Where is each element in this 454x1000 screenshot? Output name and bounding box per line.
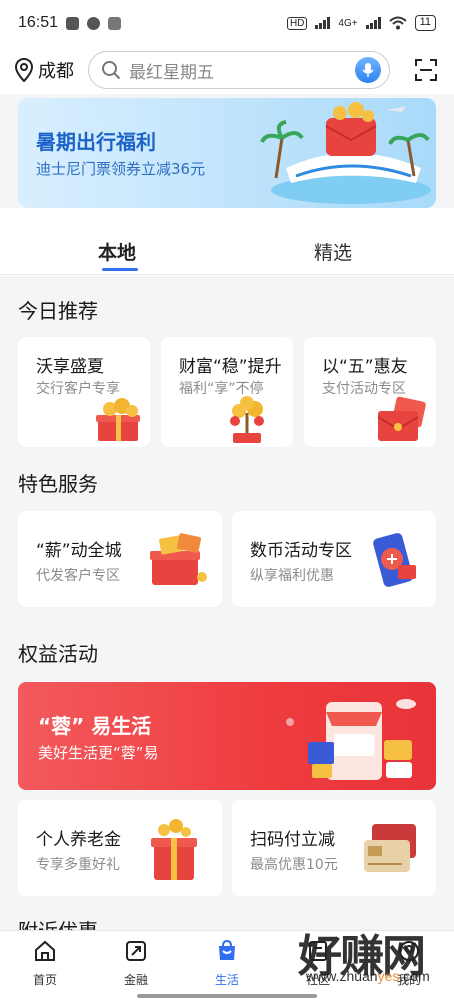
nav-label: 社区 (305, 973, 330, 987)
status-time: 16:51 (18, 14, 59, 31)
feature-card-payroll[interactable]: “薪”动全城 代发客户专区 (18, 511, 222, 607)
card-title: 财富“稳”提升 (179, 357, 282, 377)
card-title: 扫码付立减 (250, 830, 335, 850)
community-icon (309, 941, 327, 961)
finance-icon (126, 941, 146, 961)
rights-card-scan-pay[interactable]: 扫码付立减 最高优惠10元 (232, 800, 436, 896)
notification-icon (108, 16, 122, 30)
message-icon (87, 16, 101, 30)
promo-subtitle: 美好生活更“蓉”易 (38, 744, 159, 762)
card-title: 沃享盛夏 (36, 357, 104, 377)
card-subtitle: 最高优惠10元 (250, 857, 338, 873)
tab-active-indicator (102, 268, 138, 271)
travel-illustration (260, 102, 431, 204)
rong-life-banner[interactable]: “蓉” 易生活 美好生活更“蓉”易 (18, 682, 436, 790)
search-placeholder: 最红星期五 (129, 62, 214, 83)
bottom-navigation: 首页 金融 生活 社区 我的 (0, 930, 454, 1000)
scan-icon (415, 59, 437, 81)
gift-box-icon (96, 398, 140, 441)
tab-bar (0, 208, 454, 276)
signal-icon-2 (365, 17, 381, 29)
search-icon (102, 61, 121, 80)
network-type: 4G+ (338, 17, 358, 29)
voice-search-button[interactable] (355, 57, 381, 83)
money-tree-icon (230, 396, 264, 443)
search-input[interactable]: 最红星期五 (88, 51, 390, 89)
card-subtitle: 代发客户专区 (36, 568, 120, 584)
card-title: 数币活动专区 (250, 541, 352, 561)
today-section-title: 今日推荐 (18, 299, 98, 323)
nav-label: 生活 (214, 973, 239, 987)
summer-travel-banner[interactable]: 暑期出行福利 迪士尼门票领券立减36元 (18, 98, 436, 208)
scan-pay-card-icon (364, 824, 416, 872)
card-title: “薪”动全城 (36, 541, 122, 561)
digital-wallet-icon (373, 533, 416, 587)
banner-title: 暑期出行福利 (36, 130, 156, 154)
status-bar: 16:51 HD 4G+ 11 (0, 0, 454, 46)
rights-card-pension[interactable]: 个人养老金 专享多重好礼 (18, 800, 222, 896)
feature-section-title: 特色服务 (18, 472, 98, 496)
nav-finance[interactable]: 金融 (106, 939, 166, 988)
signal-icon (315, 17, 331, 29)
card-subtitle: 交行客户专享 (36, 381, 120, 397)
card-subtitle: 纵享福利优惠 (250, 568, 334, 584)
nav-label: 首页 (32, 973, 57, 987)
nav-label: 金融 (123, 973, 148, 987)
feature-card-digital-currency[interactable]: 数币活动专区 纵享福利优惠 (232, 511, 436, 607)
location-pin-icon (14, 58, 34, 82)
recommend-card-summer[interactable]: 沃享盛夏 交行客户专享 (18, 337, 150, 447)
tab-selected[interactable]: 精选 (314, 238, 352, 265)
card-title: 个人养老金 (36, 830, 121, 850)
profile-icon (399, 941, 419, 961)
nav-profile[interactable]: 我的 (379, 939, 439, 988)
city-name: 成都 (38, 61, 74, 81)
card-subtitle: 专享多重好礼 (36, 857, 120, 873)
recommend-card-payment[interactable]: 以“五”惠友 支付活动专区 (304, 337, 436, 447)
banner-subtitle: 迪士尼门票领券立减36元 (36, 160, 206, 178)
tabs-divider (0, 274, 454, 275)
scan-button[interactable] (412, 56, 440, 84)
rights-section-title: 权益活动 (18, 642, 98, 666)
life-icon (219, 939, 235, 960)
pension-gift-icon (151, 819, 197, 880)
recommend-card-wealth[interactable]: 财富“稳”提升 福利“享”不停 (161, 337, 293, 447)
home-indicator[interactable] (137, 994, 317, 998)
promo-title: “蓉” 易生活 (38, 714, 152, 738)
microphone-icon (362, 63, 374, 77)
nav-label: 我的 (396, 973, 421, 987)
payroll-gift-icon (150, 533, 207, 585)
tab-local[interactable]: 本地 (98, 238, 136, 265)
red-envelope-icon (377, 396, 426, 441)
online-shop-illustration (286, 699, 416, 780)
home-icon (35, 940, 55, 961)
city-selector[interactable]: 成都 (14, 57, 74, 83)
wechat-icon (66, 16, 80, 30)
wifi-icon (388, 16, 407, 30)
battery-indicator: 11 (414, 15, 436, 31)
nav-home[interactable]: 首页 (15, 939, 75, 988)
app-header: 成都 最红星期五 (0, 46, 454, 94)
card-title: 以“五”惠友 (322, 357, 408, 377)
network-label: HD (286, 16, 308, 30)
nav-life[interactable]: 生活 (197, 939, 257, 988)
nav-community[interactable]: 社区 (288, 939, 348, 988)
